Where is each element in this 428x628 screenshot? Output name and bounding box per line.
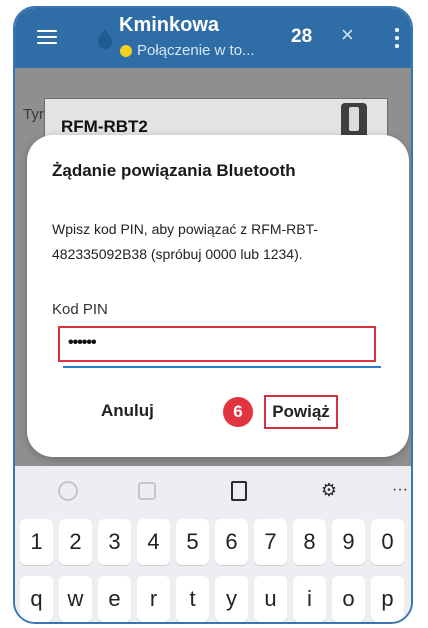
connection-status-dot [120, 45, 132, 57]
clipboard-icon[interactable] [224, 476, 252, 504]
cancel-button[interactable]: Anuluj [101, 401, 154, 421]
key-3[interactable]: 3 [98, 519, 131, 565]
pin-value: •••••• [68, 334, 97, 351]
keyboard: ⚙ ··· 1 2 3 4 5 6 7 8 9 0 q w e r t y u … [15, 466, 411, 622]
pin-label: Kod PIN [52, 301, 108, 318]
content-scrim: Tyr RFM-RBT2 Żądanie powiązania Bluetoot… [15, 68, 411, 466]
more-horiz-icon[interactable]: ··· [386, 476, 411, 504]
step-badge: 6 [223, 397, 253, 427]
phone-screen: Kminkowa Połączenie w to... 28 × Tyr RFM… [13, 6, 413, 624]
device-card-label: RFM-RBT2 [61, 117, 148, 136]
pin-input-underline [63, 366, 381, 368]
sticker-icon[interactable] [132, 476, 160, 504]
settings-icon[interactable]: ⚙ [315, 476, 343, 504]
type-label: Tyr [23, 106, 44, 123]
key-e[interactable]: e [98, 576, 131, 622]
key-u[interactable]: u [254, 576, 287, 622]
bluetooth-pairing-dialog: Żądanie powiązania Bluetooth Wpisz kod P… [27, 135, 409, 457]
key-q[interactable]: q [20, 576, 53, 622]
key-0[interactable]: 0 [371, 519, 404, 565]
key-2[interactable]: 2 [59, 519, 92, 565]
app-title: Kminkowa [119, 14, 220, 36]
key-r[interactable]: r [137, 576, 170, 622]
device-image [341, 103, 367, 137]
pair-button[interactable]: Powiąż [264, 395, 338, 429]
key-9[interactable]: 9 [332, 519, 365, 565]
emoji-icon[interactable] [53, 476, 81, 504]
app-bar: Kminkowa Połączenie w to... 28 × [15, 8, 411, 68]
key-i[interactable]: i [293, 576, 326, 622]
key-w[interactable]: w [59, 576, 92, 622]
count-badge: 28 [291, 26, 313, 47]
key-7[interactable]: 7 [254, 519, 287, 565]
close-icon[interactable]: × [341, 22, 354, 48]
key-p[interactable]: p [371, 576, 404, 622]
connection-status-text: Połączenie w to... [137, 42, 255, 59]
key-y[interactable]: y [215, 576, 248, 622]
key-t[interactable]: t [176, 576, 209, 622]
pin-input[interactable]: •••••• [58, 326, 376, 362]
key-8[interactable]: 8 [293, 519, 326, 565]
key-4[interactable]: 4 [137, 519, 170, 565]
key-6[interactable]: 6 [215, 519, 248, 565]
menu-icon[interactable] [35, 24, 61, 50]
key-o[interactable]: o [332, 576, 365, 622]
key-1[interactable]: 1 [20, 519, 53, 565]
dialog-title: Żądanie powiązania Bluetooth [52, 161, 296, 180]
key-5[interactable]: 5 [176, 519, 209, 565]
dialog-message: Wpisz kod PIN, aby powiązać z RFM-RBT-48… [52, 221, 319, 262]
more-vert-icon[interactable] [393, 26, 401, 50]
drop-icon [98, 29, 112, 49]
